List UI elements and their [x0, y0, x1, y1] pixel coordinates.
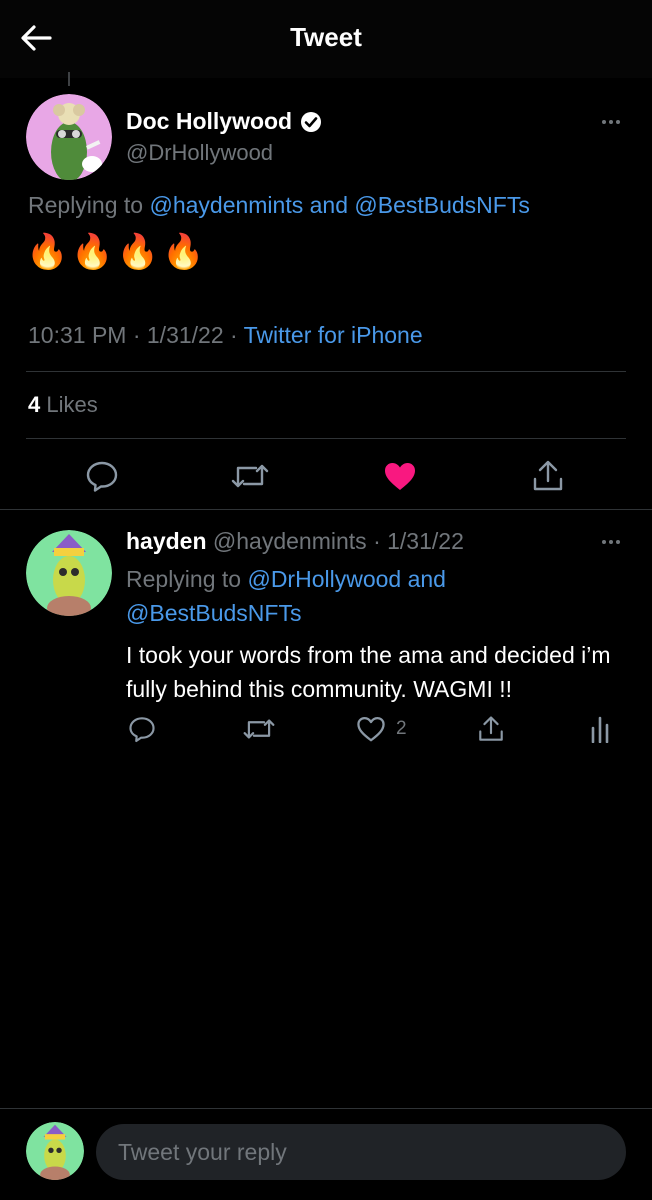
- reply-input[interactable]: [96, 1124, 626, 1180]
- reply-author-name: hayden: [126, 528, 207, 554]
- mention-link[interactable]: @haydenmints: [149, 192, 303, 218]
- reply-analytics-button[interactable]: [586, 712, 616, 746]
- replying-to: Replying to @haydenmints and @BestBudsNF…: [28, 192, 530, 218]
- share-button[interactable]: [528, 456, 568, 496]
- source-link[interactable]: Twitter for iPhone: [244, 322, 423, 348]
- divider: [26, 438, 626, 439]
- reply-handle-date: @haydenmints · 1/31/22: [206, 528, 464, 554]
- reply-share-button[interactable]: [474, 712, 508, 746]
- reply-replying-to: Replying to @DrHollywood and @BestBudsNF…: [126, 566, 446, 626]
- divider: [0, 1108, 652, 1109]
- comment-icon: [86, 461, 118, 492]
- reply-author-line[interactable]: hayden @haydenmints · 1/31/22: [126, 528, 464, 555]
- reply-content: I took your words from the ama and decid…: [126, 642, 611, 702]
- tweet-content: 🔥🔥🔥🔥: [26, 233, 208, 271]
- author-name-text: Doc Hollywood: [126, 108, 293, 134]
- author-avatar[interactable]: [26, 94, 112, 180]
- divider: [0, 509, 652, 510]
- page-title: Tweet: [290, 22, 362, 52]
- author-name[interactable]: Doc Hollywood: [126, 108, 322, 135]
- retweet-icon: [243, 719, 275, 739]
- analytics-icon: [591, 716, 609, 743]
- reply-like-button[interactable]: 2: [356, 712, 426, 746]
- share-icon: [479, 716, 503, 741]
- heart-filled-icon: [385, 463, 415, 490]
- retweet-icon: [231, 464, 269, 488]
- compose-avatar[interactable]: [26, 1122, 84, 1180]
- top-bar: Tweet: [0, 0, 652, 78]
- thread-connector: [68, 72, 70, 86]
- like-button[interactable]: [380, 456, 420, 496]
- heart-outline-icon: [357, 717, 385, 742]
- divider: [26, 371, 626, 372]
- share-icon: [533, 460, 563, 491]
- mention-link[interactable]: @BestBudsNFTs: [354, 192, 529, 218]
- reply-reply-button[interactable]: [124, 712, 160, 746]
- tweet-timestamp: 10:31 PM · 1/31/22 · Twitter for iPhone: [28, 322, 423, 348]
- more-icon: [602, 540, 606, 544]
- author-handle[interactable]: @DrHollywood: [126, 140, 273, 166]
- more-icon: [602, 120, 606, 124]
- reply-retweet-button[interactable]: [240, 712, 278, 746]
- reply-author-avatar[interactable]: [26, 530, 112, 616]
- reply-button[interactable]: [82, 456, 122, 496]
- reply-like-count: 2: [396, 718, 407, 739]
- verified-badge-icon: [300, 111, 322, 133]
- reply-more-options-button[interactable]: [596, 532, 626, 552]
- comment-icon: [129, 717, 155, 743]
- likes-count[interactable]: 4 Likes: [28, 392, 98, 418]
- retweet-button[interactable]: [228, 456, 272, 496]
- more-options-button[interactable]: [596, 112, 626, 132]
